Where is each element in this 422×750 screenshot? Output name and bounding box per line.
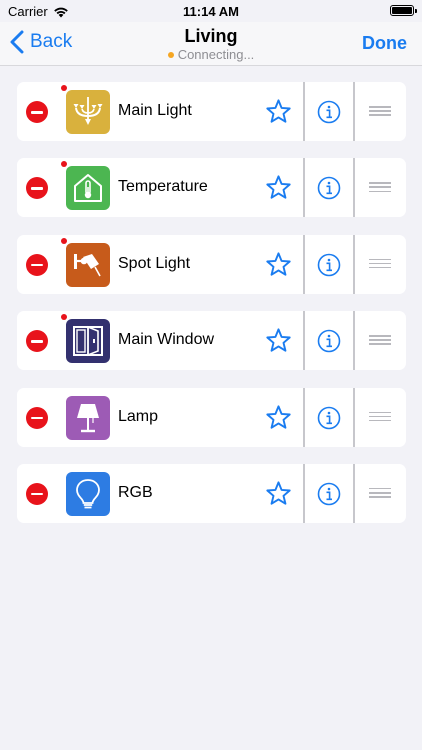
info-icon[interactable] — [317, 329, 341, 353]
device-label: Main Light — [118, 102, 192, 119]
device-label: Temperature — [118, 178, 208, 196]
reorder-handle-icon[interactable] — [369, 335, 391, 346]
device-row-spot-light[interactable]: Spot Light — [17, 234, 406, 294]
divider — [303, 387, 305, 447]
done-button[interactable]: Done — [362, 33, 407, 54]
chandelier-icon — [66, 90, 110, 134]
alert-dot-icon — [61, 85, 67, 91]
delete-icon[interactable] — [26, 406, 48, 429]
battery-icon — [390, 5, 417, 16]
status-bar: Carrier 11:14 AM — [0, 0, 422, 22]
delete-icon[interactable] — [26, 482, 48, 505]
device-row-main-window[interactable]: Main Window — [17, 311, 406, 371]
divider — [303, 463, 305, 523]
divider — [353, 158, 355, 218]
device-row-temperature[interactable]: Temperature — [17, 158, 406, 218]
divider — [353, 463, 355, 523]
page-title: Living — [184, 26, 238, 46]
star-icon[interactable] — [265, 174, 292, 201]
reorder-handle-icon[interactable] — [369, 258, 391, 270]
reorder-handle-icon[interactable] — [369, 487, 391, 499]
delete-icon[interactable] — [26, 177, 48, 200]
navigation-bar: Back Living Connecting... Done — [0, 22, 422, 66]
star-icon[interactable] — [265, 480, 292, 507]
device-list: Main Light Temperature Spot Light Main W… — [17, 82, 406, 540]
info-icon[interactable] — [317, 100, 341, 124]
house-thermometer-icon — [66, 166, 110, 211]
info-icon[interactable] — [317, 406, 341, 430]
divider — [353, 82, 355, 141]
divider — [303, 234, 305, 294]
device-row-main-light[interactable]: Main Light — [17, 82, 406, 141]
star-icon[interactable] — [265, 98, 292, 125]
alert-dot-icon — [61, 314, 67, 321]
reorder-handle-icon[interactable] — [369, 411, 391, 423]
device-label: RGB — [118, 483, 153, 501]
star-icon[interactable] — [265, 327, 292, 354]
divider — [353, 311, 355, 371]
spotlight-icon — [66, 242, 110, 287]
divider — [353, 387, 355, 447]
reorder-handle-icon[interactable] — [369, 106, 391, 117]
alert-dot-icon — [61, 161, 67, 168]
divider — [303, 311, 305, 371]
device-row-lamp[interactable]: Lamp — [17, 387, 406, 447]
reorder-handle-icon[interactable] — [369, 182, 391, 193]
divider — [303, 82, 305, 141]
connecting-dot-icon — [167, 51, 174, 58]
device-label: Spot Light — [118, 254, 191, 272]
connection-status-text: Connecting... — [177, 47, 255, 62]
star-icon[interactable] — [265, 251, 292, 278]
star-icon[interactable] — [265, 404, 292, 431]
delete-icon[interactable] — [26, 101, 48, 123]
lamp-icon — [66, 395, 110, 440]
device-row-rgb[interactable]: RGB — [17, 463, 406, 523]
delete-icon[interactable] — [26, 330, 48, 353]
delete-icon[interactable] — [26, 253, 48, 276]
window-icon — [66, 319, 110, 364]
info-icon[interactable] — [317, 482, 341, 506]
device-label: Lamp — [118, 407, 159, 425]
info-icon[interactable] — [317, 176, 341, 200]
device-label: Main Window — [118, 331, 215, 349]
alert-dot-icon — [61, 237, 67, 244]
divider — [353, 234, 355, 294]
status-time: 11:14 AM — [183, 4, 239, 19]
connection-status: Connecting... — [0, 47, 422, 62]
divider — [303, 158, 305, 218]
lightbulb-icon — [66, 471, 110, 516]
info-icon[interactable] — [317, 253, 341, 277]
